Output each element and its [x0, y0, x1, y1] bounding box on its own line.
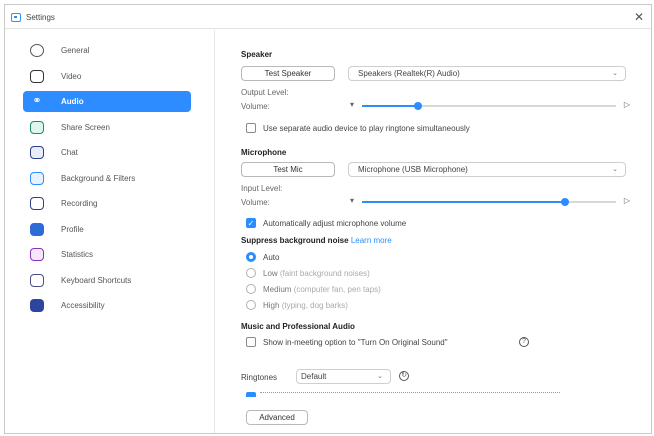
window-title: Settings [26, 13, 55, 22]
sidebar-item-background-filters[interactable]: Background & Filters [23, 168, 191, 189]
checkbox-partial[interactable] [246, 392, 256, 397]
profile-icon [30, 223, 44, 236]
chat-icon [30, 146, 44, 159]
sidebar-item-accessibility[interactable]: Accessibility [23, 295, 191, 316]
headphones-icon: ⚭ [32, 95, 42, 107]
sidebar-item-label: Share Screen [61, 123, 110, 132]
suppress-medium-radio[interactable] [246, 284, 256, 294]
chevron-down-icon: ⌄ [612, 70, 618, 77]
sidebar-item-label: Profile [61, 225, 84, 234]
suppress-medium-label: Medium (computer fan, pen taps) [263, 285, 381, 294]
auto-adjust-checkbox[interactable]: ✓ [246, 218, 256, 228]
keyboard-icon [30, 274, 44, 287]
sidebar-item-label: Audio [61, 97, 84, 106]
volume-low-icon: ▾ [350, 196, 355, 205]
slider-thumb[interactable] [561, 198, 569, 206]
mic-volume-label: Volume: [241, 198, 270, 207]
statistics-icon [30, 248, 44, 261]
settings-window: Settings ✕ General Video ⚭ Audio Share S… [4, 4, 652, 434]
audio-settings-panel: Speaker Test Speaker Speakers (Realtek(R… [216, 30, 651, 433]
sidebar-item-label: Chat [61, 148, 78, 157]
sidebar-item-label: General [61, 46, 90, 55]
suppress-low-label: Low (faint background noises) [263, 269, 370, 278]
ringtones-label: Ringtones [241, 373, 278, 382]
microphone-volume-slider[interactable]: ▾ ▷ [350, 196, 630, 207]
title-bar: Settings ✕ [5, 5, 651, 29]
sidebar-item-label: Video [61, 72, 82, 81]
option-desc: (typing, dog barks) [281, 301, 348, 310]
suppress-high-radio[interactable] [246, 300, 256, 310]
accessibility-icon [30, 299, 44, 312]
option-desc: (computer fan, pen taps) [293, 285, 381, 294]
chevron-down-icon: ⌄ [612, 166, 618, 173]
option-name: Medium [263, 285, 292, 294]
recording-icon [30, 197, 44, 210]
ringtones-select[interactable]: Default ⌄ [296, 369, 391, 384]
clipped-option-text [260, 392, 560, 397]
speaker-heading: Speaker [241, 50, 273, 59]
video-icon [30, 70, 44, 83]
sidebar-item-keyboard-shortcuts[interactable]: Keyboard Shortcuts [23, 270, 191, 291]
speaker-device-select[interactable]: Speakers (Realtek(R) Audio) ⌄ [348, 66, 626, 81]
slider-fill [362, 105, 418, 107]
sidebar-item-audio[interactable]: ⚭ Audio [23, 91, 191, 112]
slider-thumb[interactable] [414, 102, 422, 110]
volume-high-icon: ▷ [623, 100, 630, 109]
separate-device-checkbox[interactable] [246, 123, 256, 133]
separate-device-label: Use separate audio device to play ringto… [263, 124, 470, 133]
sidebar-item-general[interactable]: General [23, 40, 191, 61]
suppress-auto-radio[interactable] [246, 252, 256, 262]
test-mic-button[interactable]: Test Mic [241, 162, 335, 177]
microphone-device-select[interactable]: Microphone (USB Microphone) ⌄ [348, 162, 626, 177]
sidebar-item-label: Background & Filters [61, 174, 136, 183]
original-sound-label: Show in-meeting option to "Turn On Origi… [263, 338, 448, 347]
sidebar-item-label: Recording [61, 199, 98, 208]
music-pro-audio-heading: Music and Professional Audio [241, 322, 355, 331]
output-level-label: Output Level: [241, 88, 289, 97]
background-icon [30, 172, 44, 185]
zoom-app-icon [11, 13, 21, 22]
advanced-button[interactable]: Advanced [246, 410, 308, 425]
sidebar-item-share-screen[interactable]: Share Screen [23, 117, 191, 138]
microphone-heading: Microphone [241, 148, 287, 157]
slider-fill [362, 201, 565, 203]
suppress-high-label: High (typing, dog barks) [263, 301, 348, 310]
speaker-volume-slider[interactable]: ▾ ▷ [350, 100, 630, 111]
close-icon[interactable]: ✕ [634, 10, 644, 24]
test-speaker-button[interactable]: Test Speaker [241, 66, 335, 81]
sidebar-item-label: Accessibility [61, 301, 105, 310]
sidebar-item-statistics[interactable]: Statistics [23, 244, 191, 265]
sidebar-item-label: Statistics [61, 250, 94, 259]
gear-icon [30, 44, 44, 57]
sidebar-item-recording[interactable]: Recording [23, 193, 191, 214]
speaker-volume-label: Volume: [241, 102, 270, 111]
suppress-low-radio[interactable] [246, 268, 256, 278]
original-sound-checkbox[interactable] [246, 337, 256, 347]
option-name: Low [263, 269, 278, 278]
input-level-label: Input Level: [241, 184, 283, 193]
suppress-noise-title: Suppress background noise [241, 236, 349, 245]
learn-more-link[interactable]: Learn more [351, 236, 392, 245]
help-icon[interactable]: ? [519, 337, 529, 347]
chevron-down-icon: ⌄ [377, 373, 383, 380]
sidebar-item-chat[interactable]: Chat [23, 142, 191, 163]
suppress-noise-heading: Suppress background noise Learn more [241, 236, 392, 245]
ringtone-play-icon[interactable]: ↻ [399, 371, 409, 381]
suppress-auto-label: Auto [263, 253, 280, 262]
microphone-device-value: Microphone (USB Microphone) [358, 165, 468, 174]
speaker-device-value: Speakers (Realtek(R) Audio) [358, 69, 460, 78]
settings-sidebar: General Video ⚭ Audio Share Screen Chat … [5, 30, 215, 433]
sidebar-item-profile[interactable]: Profile [23, 219, 191, 240]
ringtones-value: Default [301, 372, 327, 381]
volume-low-icon: ▾ [350, 100, 355, 109]
volume-high-icon: ▷ [623, 196, 630, 205]
option-name: High [263, 301, 280, 310]
option-desc: (faint background noises) [279, 269, 370, 278]
auto-adjust-label: Automatically adjust microphone volume [263, 219, 407, 228]
share-screen-icon [30, 121, 44, 134]
sidebar-item-label: Keyboard Shortcuts [61, 276, 132, 285]
sidebar-item-video[interactable]: Video [23, 66, 191, 87]
